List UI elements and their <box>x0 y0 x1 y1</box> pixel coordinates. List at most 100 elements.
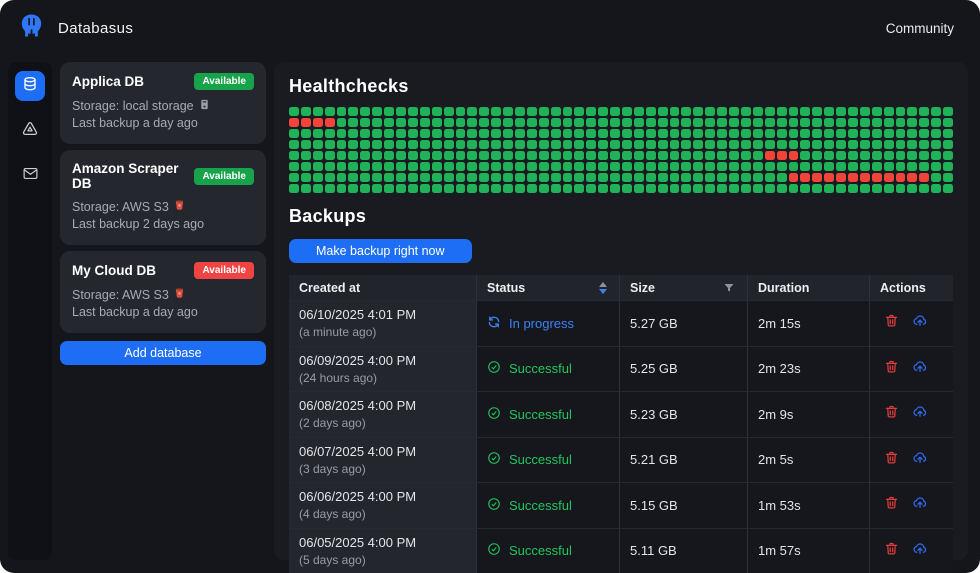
filter-funnel-icon[interactable] <box>723 282 735 294</box>
healthcheck-cell-ok <box>634 107 644 116</box>
healthcheck-cell-ok <box>586 151 596 160</box>
disk-icon <box>199 98 210 115</box>
healthcheck-cell-ok <box>646 107 656 116</box>
backup-size: 5.21 GB <box>619 438 747 483</box>
delete-backup-button[interactable] <box>884 313 899 333</box>
healthcheck-cell-ok <box>289 162 299 171</box>
healthcheck-cell-ok <box>670 118 680 127</box>
backup-duration: 1m 57s <box>747 529 869 573</box>
delete-backup-button[interactable] <box>884 495 899 515</box>
healthcheck-cell-ok <box>753 140 763 149</box>
healthcheck-cell-ok <box>622 151 632 160</box>
restore-backup-button[interactable] <box>912 359 928 379</box>
database-card[interactable]: Applica DB Available Storage: local stor… <box>60 62 266 144</box>
healthcheck-cell-ok <box>372 151 382 160</box>
healthcheck-cell-ok <box>396 151 406 160</box>
healthcheck-cell-ok <box>610 107 620 116</box>
healthcheck-cell-ok <box>515 184 525 193</box>
healthcheck-cell-ok <box>765 140 775 149</box>
healthcheck-cell-ok <box>848 162 858 171</box>
healthcheck-cell-ok <box>301 107 311 116</box>
healthcheck-cell-ok <box>337 162 347 171</box>
restore-backup-button[interactable] <box>912 404 928 424</box>
healthcheck-cell-ok <box>313 129 323 138</box>
healthcheck-cell-ok <box>289 129 299 138</box>
healthcheck-cell-ok <box>860 184 870 193</box>
healthcheck-cell-fail <box>812 173 822 182</box>
database-icon <box>22 76 38 97</box>
table-row: 06/05/2025 4:00 PM (5 days ago) Successf… <box>289 528 953 573</box>
community-link[interactable]: Community <box>886 21 954 36</box>
healthcheck-cell-ok <box>931 173 941 182</box>
make-backup-button[interactable]: Make backup right now <box>289 239 472 263</box>
healthcheck-cell-ok <box>396 107 406 116</box>
healthcheck-cell-ok <box>622 129 632 138</box>
restore-backup-button[interactable] <box>912 495 928 515</box>
restore-backup-button[interactable] <box>912 313 928 333</box>
trash-icon <box>884 404 899 424</box>
healthcheck-cell-ok <box>670 162 680 171</box>
healthcheck-cell-ok <box>693 151 703 160</box>
column-header-actions: Actions <box>869 275 953 300</box>
healthcheck-cell-ok <box>907 129 917 138</box>
sidebar-item-notifications[interactable] <box>15 161 45 191</box>
healthcheck-cell-ok <box>503 107 513 116</box>
healthcheck-cell-ok <box>586 129 596 138</box>
healthcheck-cell-ok <box>539 184 549 193</box>
healthcheck-cell-ok <box>884 118 894 127</box>
healthcheck-cell-ok <box>765 129 775 138</box>
healthcheck-cell-ok <box>325 173 335 182</box>
healthcheck-cell-ok <box>551 173 561 182</box>
healthcheck-cell-ok <box>634 129 644 138</box>
healthcheck-cell-ok <box>824 162 834 171</box>
healthcheck-cell-ok <box>515 151 525 160</box>
table-body: 06/10/2025 4:01 PM (a minute ago) In pro… <box>289 300 953 573</box>
healthcheck-cell-ok <box>872 129 882 138</box>
healthcheck-cell-ok <box>408 118 418 127</box>
healthcheck-cell-ok <box>753 173 763 182</box>
delete-backup-button[interactable] <box>884 404 899 424</box>
healthcheck-cell-ok <box>919 151 929 160</box>
healthcheck-cell-fail <box>313 118 323 127</box>
healthcheck-cell-ok <box>646 151 656 160</box>
healthcheck-cell-ok <box>313 173 323 182</box>
cloud-upload-icon <box>912 404 928 424</box>
healthcheck-cell-ok <box>884 129 894 138</box>
healthcheck-cell-ok <box>812 118 822 127</box>
trash-icon <box>884 313 899 333</box>
healthcheck-cell-ok <box>491 173 501 182</box>
healthcheck-cell-ok <box>384 107 394 116</box>
restore-backup-button[interactable] <box>912 450 928 470</box>
sort-icon[interactable] <box>599 282 607 294</box>
delete-backup-button[interactable] <box>884 450 899 470</box>
healthcheck-cell-ok <box>765 173 775 182</box>
healthcheck-cell-ok <box>586 118 596 127</box>
healthcheck-cell-ok <box>515 162 525 171</box>
backup-age: (a minute ago) <box>299 325 376 339</box>
healthcheck-cell-ok <box>456 184 466 193</box>
healthcheck-cell-ok <box>812 151 822 160</box>
healthcheck-cell-ok <box>681 184 691 193</box>
healthcheck-cell-ok <box>539 118 549 127</box>
add-database-button[interactable]: Add database <box>60 341 266 365</box>
healthcheck-cell-ok <box>931 151 941 160</box>
healthcheck-cell-ok <box>872 151 882 160</box>
backup-age: (2 days ago) <box>299 416 366 430</box>
healthcheck-cell-ok <box>884 151 894 160</box>
healthcheck-cell-ok <box>848 151 858 160</box>
healthcheck-cell-ok <box>777 140 787 149</box>
database-card[interactable]: My Cloud DB Available Storage: AWS S3 La… <box>60 251 266 333</box>
healthcheck-cell-ok <box>289 107 299 116</box>
database-card[interactable]: Amazon Scraper DB Available Storage: AWS… <box>60 150 266 245</box>
delete-backup-button[interactable] <box>884 359 899 379</box>
restore-backup-button[interactable] <box>912 541 928 561</box>
sidebar-item-databases[interactable] <box>15 71 45 101</box>
delete-backup-button[interactable] <box>884 541 899 561</box>
healthcheck-cell-ok <box>670 151 680 160</box>
healthcheck-cell-ok <box>563 140 573 149</box>
healthcheck-cell-fail <box>777 151 787 160</box>
sync-icon <box>487 315 501 332</box>
healthcheck-cell-ok <box>456 118 466 127</box>
sidebar-item-storages[interactable] <box>15 116 45 146</box>
healthcheck-cell-ok <box>681 173 691 182</box>
